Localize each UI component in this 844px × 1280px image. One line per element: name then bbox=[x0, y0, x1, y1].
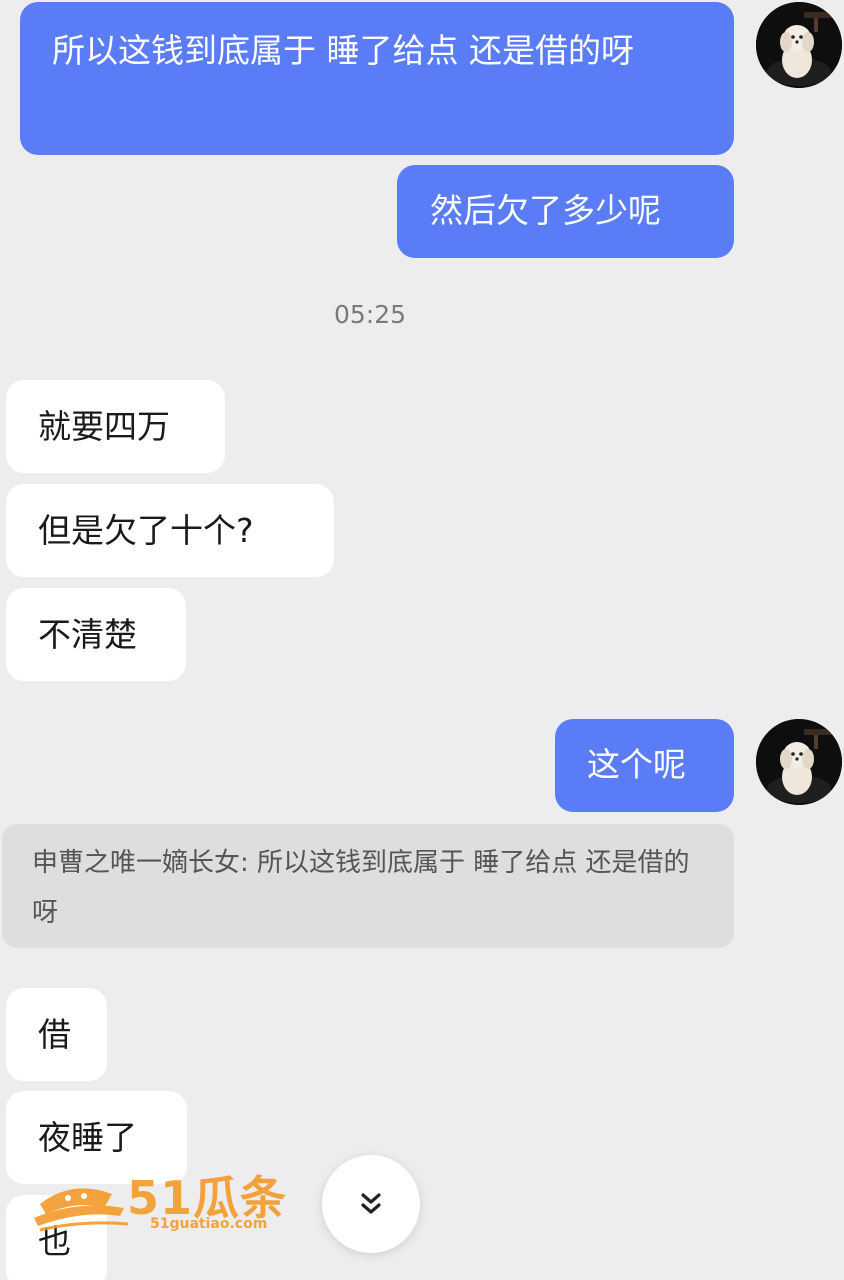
incoming-message-bubble[interactable]: 就要四万 bbox=[6, 380, 225, 473]
incoming-message-bubble[interactable]: 不清楚 bbox=[6, 588, 186, 681]
incoming-message-bubble[interactable]: 但是欠了十个? bbox=[6, 484, 334, 577]
dog-avatar-icon bbox=[756, 719, 842, 805]
double-chevron-down-icon bbox=[361, 1193, 381, 1214]
user-avatar[interactable] bbox=[756, 719, 842, 805]
dog-avatar-icon bbox=[756, 2, 842, 88]
watermark-url: 51guatiao.com bbox=[150, 1216, 268, 1232]
melon-logo-icon bbox=[34, 1188, 129, 1232]
outgoing-message-bubble[interactable]: 这个呢 bbox=[555, 719, 734, 812]
message-timestamp: 05:25 bbox=[333, 300, 407, 329]
scroll-to-bottom-button[interactable] bbox=[322, 1155, 420, 1253]
chat-view: 所以这钱到底属于 睡了给点 还是借的呀 然后欠了多少呢 05:25 就要四万 但… bbox=[0, 0, 844, 1280]
outgoing-message-bubble[interactable]: 所以这钱到底属于 睡了给点 还是借的呀 bbox=[20, 2, 734, 155]
watermark-logo: 51瓜条 51guatiao.com bbox=[32, 1166, 302, 1238]
user-avatar[interactable] bbox=[756, 2, 842, 88]
outgoing-message-bubble[interactable]: 然后欠了多少呢 bbox=[397, 165, 734, 258]
incoming-message-bubble[interactable]: 借 bbox=[6, 988, 107, 1081]
quoted-message[interactable]: 申曹之唯一嫡长女: 所以这钱到底属于 睡了给点 还是借的呀 bbox=[2, 824, 734, 948]
